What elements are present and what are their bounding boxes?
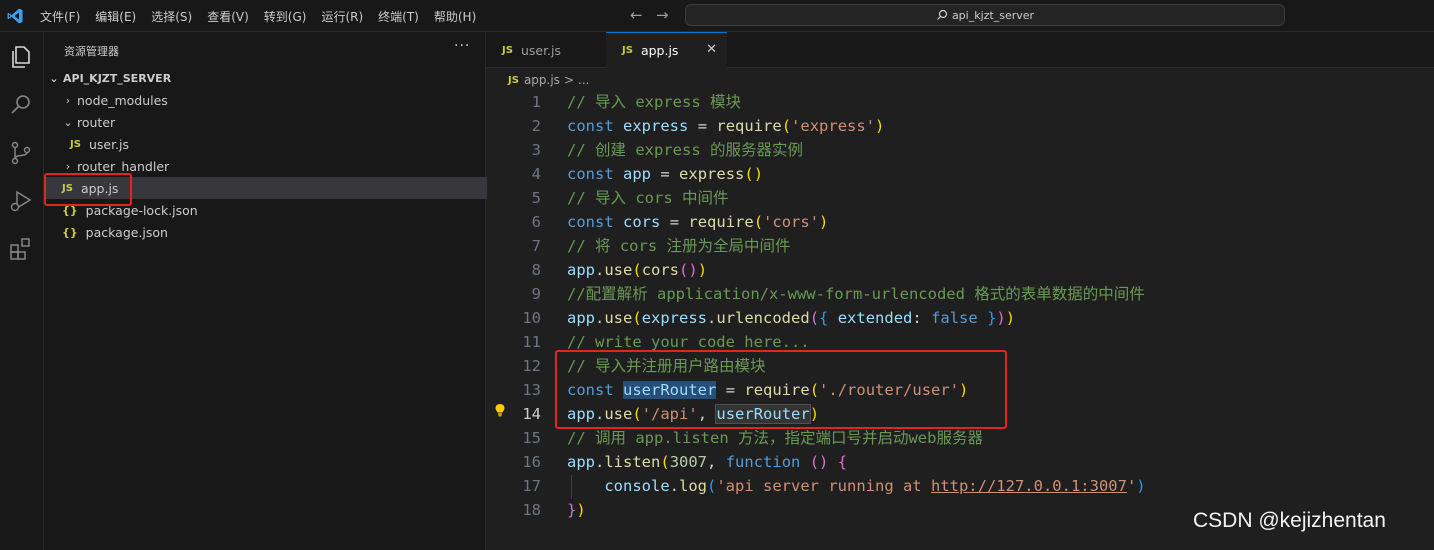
- run-debug-icon[interactable]: [8, 188, 34, 214]
- code-line: 5// 导入 cors 中间件: [531, 189, 729, 207]
- chevron-down-icon: ⌄: [49, 71, 59, 85]
- forward-arrow-icon[interactable]: →: [656, 6, 669, 24]
- chevron-right-icon: ›: [65, 159, 71, 173]
- menu-bar: 文件(F) 编辑(E) 选择(S) 查看(V) 转到(G) 运行(R) 终端(T…: [40, 0, 491, 32]
- command-center-search[interactable]: api_kjzt_server: [685, 4, 1285, 26]
- menu-file[interactable]: 文件(F): [40, 8, 80, 25]
- tree-item-label: package.json: [85, 224, 168, 240]
- code-editor[interactable]: 1// 导入 express 模块 2 const express = requi…: [487, 90, 1434, 550]
- js-file-icon: JS: [508, 74, 519, 86]
- more-actions-icon[interactable]: ···: [454, 38, 470, 54]
- tab-app-js[interactable]: JS app.js ✕: [606, 32, 727, 68]
- code-line: 8 app.use(cors()): [531, 261, 708, 279]
- menu-view[interactable]: 查看(V): [207, 8, 249, 25]
- menu-go[interactable]: 转到(G): [264, 8, 307, 25]
- search-icon[interactable]: [8, 92, 34, 118]
- explorer-title: 资源管理器: [64, 45, 119, 58]
- breadcrumb-tail[interactable]: ...: [578, 73, 589, 87]
- explorer-icon[interactable]: [8, 44, 34, 70]
- menu-edit[interactable]: 编辑(E): [95, 8, 136, 25]
- back-arrow-icon[interactable]: ←: [630, 6, 643, 24]
- code-line: 10 app.use(express.urlencoded({ extended:…: [522, 309, 1016, 327]
- code-line: 1// 导入 express 模块: [531, 93, 741, 111]
- editor-tab-bar: JS user.js JS app.js ✕: [486, 32, 1434, 68]
- workspace-root[interactable]: ⌄ API_KJZT_SERVER: [44, 67, 489, 89]
- menu-run[interactable]: 运行(R): [321, 8, 363, 25]
- tab-label: app.js: [640, 43, 679, 58]
- tree-item-router[interactable]: ⌄ router: [44, 111, 503, 133]
- tree-item-label: user.js: [88, 136, 130, 152]
- code-line: 6 const cors = require('cors'): [531, 213, 829, 231]
- tree-item-label: router: [77, 114, 116, 130]
- code-line: 3// 创建 express 的服务器实例: [531, 141, 803, 159]
- tree-item-user-js[interactable]: JS user.js: [44, 133, 511, 155]
- explorer-sidebar: 资源管理器 ··· ⌄ API_KJZT_SERVER › node_modul…: [44, 32, 503, 550]
- annotation-box-router-code: [555, 350, 1007, 429]
- chevron-down-icon: ⌄: [63, 115, 73, 129]
- chevron-right-icon: ›: [65, 93, 71, 107]
- tab-label: user.js: [520, 42, 562, 58]
- vscode-logo-icon: [7, 8, 23, 24]
- indent-guide: [571, 475, 572, 499]
- tree-item-node-modules[interactable]: › node_modules: [44, 89, 503, 111]
- close-icon[interactable]: ✕: [706, 42, 717, 57]
- code-line: 16 app.listen(3007, function () {: [522, 453, 848, 471]
- code-line: 2 const express = require('express'): [531, 117, 885, 135]
- breadcrumb-file[interactable]: app.js: [524, 73, 560, 87]
- tab-user-js[interactable]: JS user.js: [486, 32, 606, 68]
- code-line: 7// 将 cors 注册为全局中间件: [531, 237, 791, 255]
- code-line: 15// 调用 app.listen 方法，指定端口号并启动web服务器: [522, 429, 983, 447]
- tree-item-label: node_modules: [77, 92, 168, 108]
- json-file-icon: {}: [62, 225, 78, 239]
- menu-selection[interactable]: 选择(S): [151, 8, 192, 25]
- menu-help[interactable]: 帮助(H): [434, 8, 476, 25]
- js-file-icon: JS: [502, 44, 513, 56]
- annotation-box-app-js: [44, 173, 132, 206]
- watermark: CSDN @kejizhentan: [1193, 509, 1386, 532]
- command-center-text: api_kjzt_server: [951, 8, 1035, 22]
- breadcrumb: JS app.js > ...: [508, 70, 589, 90]
- breadcrumb-separator: >: [563, 73, 574, 87]
- extensions-icon[interactable]: [8, 236, 34, 262]
- js-file-icon: JS: [70, 138, 81, 150]
- lightbulb-icon[interactable]: [494, 403, 506, 417]
- menu-terminal[interactable]: 终端(T): [378, 8, 419, 25]
- code-line: 17 console.log('api server running at ht…: [522, 477, 1146, 495]
- title-bar: 文件(F) 编辑(E) 选择(S) 查看(V) 转到(G) 运行(R) 终端(T…: [0, 0, 1434, 32]
- activity-bar: [0, 32, 44, 550]
- tree-item-label: router_handler: [77, 158, 170, 174]
- workspace-root-label: API_KJZT_SERVER: [63, 71, 172, 85]
- code-line: 9//配置解析 application/x-www-form-urlencode…: [531, 285, 1145, 303]
- search-icon: [937, 9, 948, 20]
- js-file-icon: JS: [622, 45, 633, 56]
- source-control-icon[interactable]: [8, 140, 34, 166]
- code-line: 4 const app = express(): [531, 165, 764, 183]
- tree-item-package-json[interactable]: {} package.json: [44, 221, 503, 243]
